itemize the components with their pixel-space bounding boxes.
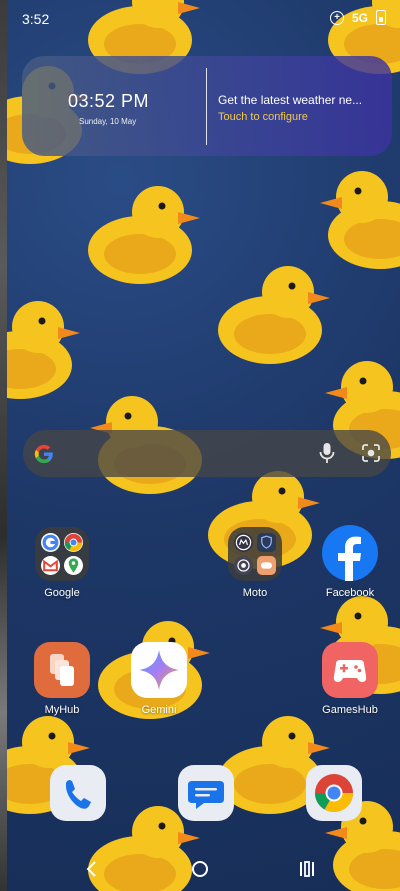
app-google-folder[interactable]: Google xyxy=(22,527,102,599)
dock-messages[interactable] xyxy=(178,765,234,821)
app-label: Moto xyxy=(242,587,268,599)
app-label: Google xyxy=(44,587,80,599)
dock-phone[interactable] xyxy=(50,765,106,821)
nav-home[interactable] xyxy=(191,860,209,883)
chrome-mini-icon xyxy=(64,533,83,552)
app-gemini[interactable]: Gemini xyxy=(119,642,199,716)
gemini-icon[interactable] xyxy=(131,642,187,698)
app-label: GamesHub xyxy=(322,704,378,716)
clock-weather-widget[interactable]: 03:52 PM Sunday, 10 May Get the latest w… xyxy=(22,56,392,156)
app-label: MyHub xyxy=(44,704,80,716)
google-g-icon xyxy=(34,444,53,464)
phone-icon[interactable] xyxy=(50,765,106,821)
app-facebook[interactable]: Facebook xyxy=(310,525,390,599)
widget-weather-prompt[interactable]: Get the latest weather ne... xyxy=(218,93,383,107)
gmail-mini-icon xyxy=(41,556,60,575)
maps-mini-icon xyxy=(64,556,83,575)
recents-icon[interactable] xyxy=(298,860,316,878)
home-icon[interactable] xyxy=(191,860,209,878)
dock-chrome[interactable] xyxy=(306,765,362,821)
moto-folder-icon[interactable] xyxy=(228,527,282,581)
myhub-icon[interactable] xyxy=(34,642,90,698)
secure-mini-icon xyxy=(257,533,276,552)
data-saver-icon: + xyxy=(329,10,344,25)
back-icon[interactable] xyxy=(84,860,100,878)
widget-configure-link[interactable]: Touch to configure xyxy=(218,111,308,123)
status-bar: 3:52 + 5G xyxy=(0,0,400,38)
app-label: Facebook xyxy=(325,587,375,599)
google-mini-icon xyxy=(41,533,60,552)
moto-connect-mini-icon xyxy=(234,556,253,575)
edge-shadow xyxy=(0,0,7,891)
status-time: 3:52 xyxy=(22,11,50,27)
network-label: 5G xyxy=(351,10,368,25)
gameshub-icon[interactable] xyxy=(322,642,378,698)
messages-icon[interactable] xyxy=(178,765,234,821)
app-gameshub[interactable]: GamesHub xyxy=(310,642,390,716)
widget-clock[interactable]: 03:52 PM xyxy=(68,91,149,112)
status-icons: + 5G xyxy=(329,10,386,25)
widget-divider xyxy=(206,68,207,145)
google-folder-icon[interactable] xyxy=(35,527,89,581)
game-mini-icon xyxy=(257,556,276,575)
facebook-icon[interactable] xyxy=(322,525,378,581)
battery-icon xyxy=(376,10,386,25)
app-myhub[interactable]: MyHub xyxy=(22,642,102,716)
widget-date: Sunday, 10 May xyxy=(79,117,137,126)
nav-back[interactable] xyxy=(84,860,100,883)
lens-icon[interactable] xyxy=(361,443,381,463)
mic-icon[interactable] xyxy=(318,442,336,464)
app-label: Gemini xyxy=(141,704,177,716)
moto-mini-icon xyxy=(234,533,253,552)
nav-recents[interactable] xyxy=(298,860,316,883)
google-search-bar[interactable] xyxy=(23,430,391,477)
app-moto-folder[interactable]: Moto xyxy=(215,527,295,599)
chrome-icon[interactable] xyxy=(306,765,362,821)
